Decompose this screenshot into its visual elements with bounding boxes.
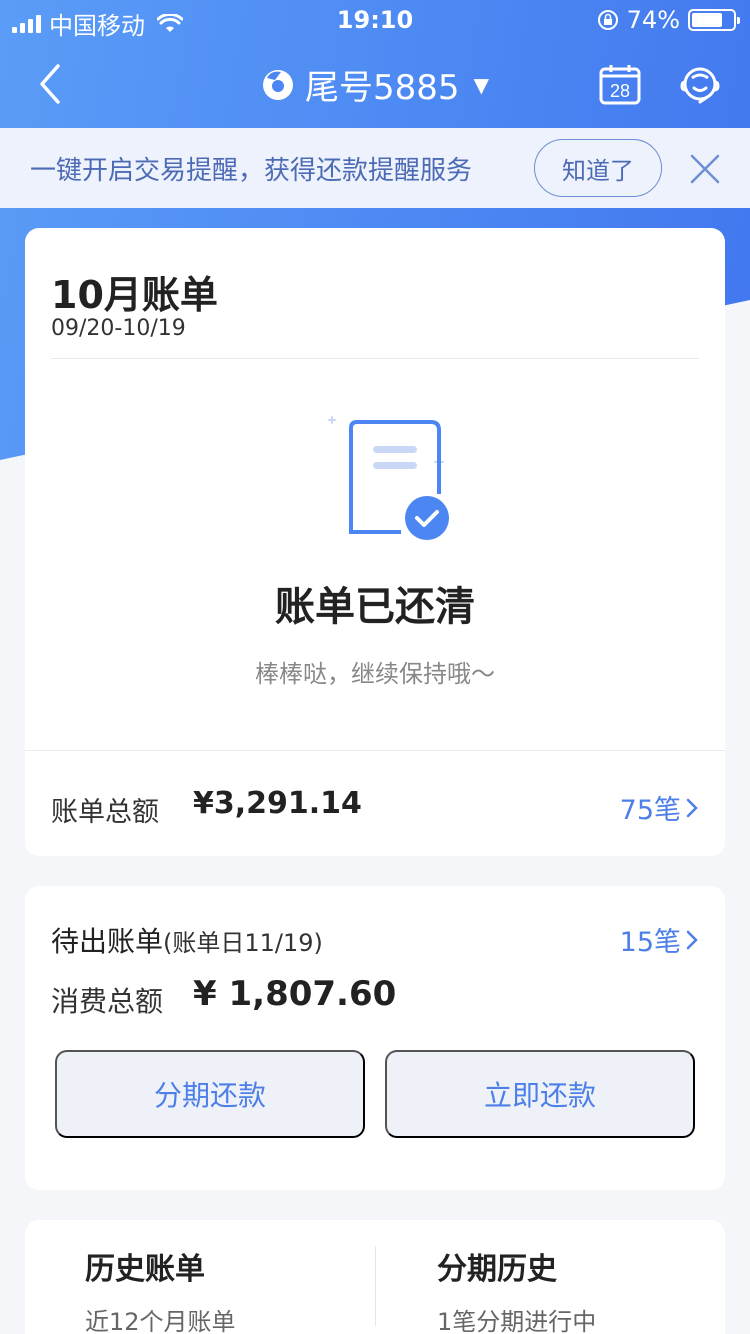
spend-total-amount: ¥ 1,807.60 xyxy=(193,974,397,1014)
bill-total-amount: ¥3,291.14 xyxy=(193,786,362,821)
installment-history-subtitle: 1笔分期进行中 xyxy=(437,1308,597,1334)
history-card: 历史账单 近12个月账单 分期历史 1笔分期进行中 xyxy=(25,1220,725,1334)
notice-text: 一键开启交易提醒，获得还款提醒服务 xyxy=(30,156,473,186)
pending-transactions-link[interactable]: 15笔 xyxy=(620,920,699,959)
battery-icon xyxy=(688,9,740,31)
customer-service-icon[interactable] xyxy=(676,60,724,108)
calendar-icon[interactable]: 28 xyxy=(598,62,642,106)
pending-bill-title: 待出账单(账单日11/19) xyxy=(51,920,323,960)
pending-title-label: 待出账单 xyxy=(51,925,164,958)
battery-percent: 74% xyxy=(626,6,680,34)
installment-history-title: 分期历史 xyxy=(437,1252,557,1287)
caret-down-icon: ▼ xyxy=(473,72,489,97)
repay-now-button[interactable]: 立即还款 xyxy=(385,1050,695,1138)
installment-history-entry[interactable]: 分期历史 1笔分期进行中 xyxy=(437,1244,596,1334)
status-bar: 中国移动 19:10 74% xyxy=(0,0,750,40)
rotation-lock-icon xyxy=(597,10,618,30)
history-bills-subtitle: 近12个月账单 xyxy=(85,1308,236,1334)
history-bills-entry[interactable]: 历史账单 近12个月账单 xyxy=(85,1244,236,1334)
bill-status-subtitle: 棒棒哒，继续保持哦～ xyxy=(255,660,495,688)
bank-logo-icon xyxy=(263,69,294,100)
bill-total-label: 账单总额 xyxy=(51,797,159,828)
calendar-day: 28 xyxy=(610,81,630,101)
bill-paid-icon xyxy=(328,416,449,540)
installment-repay-button[interactable]: 分期还款 xyxy=(55,1050,365,1138)
bill-title: 10月账单 xyxy=(51,273,218,317)
pending-bill-date: (账单日11/19) xyxy=(163,929,323,957)
divider xyxy=(51,358,699,359)
history-bills-title: 历史账单 xyxy=(85,1252,205,1287)
bill-count: 75笔 xyxy=(619,795,681,826)
chevron-right-icon xyxy=(686,798,698,817)
bill-status-title: 账单已还清 xyxy=(275,584,475,630)
bill-period: 09/20-10/19 xyxy=(51,316,186,341)
chevron-right-icon xyxy=(686,930,698,949)
divider xyxy=(375,1246,376,1326)
notice-bar: 一键开启交易提醒，获得还款提醒服务 知道了 xyxy=(0,128,750,208)
spend-total-label: 消费总额 xyxy=(51,985,164,1018)
close-icon[interactable] xyxy=(688,152,722,186)
pending-count: 15笔 xyxy=(619,927,681,958)
card-tail-number: 尾号5885 xyxy=(305,68,460,108)
divider xyxy=(25,750,725,751)
nav-bar: 尾号5885 ▼ 28 xyxy=(0,40,750,128)
bill-card: 10月账单 09/20-10/19 账单已还清 棒棒哒，继续保持哦～ 账单总额 … xyxy=(25,228,725,856)
bill-transactions-link[interactable]: 75笔 xyxy=(620,788,699,827)
pending-bill-card: 待出账单(账单日11/19) 15笔 消费总额 ¥ 1,807.60 分期还款 … xyxy=(25,886,725,1190)
dismiss-notice-button[interactable]: 知道了 xyxy=(534,139,662,197)
